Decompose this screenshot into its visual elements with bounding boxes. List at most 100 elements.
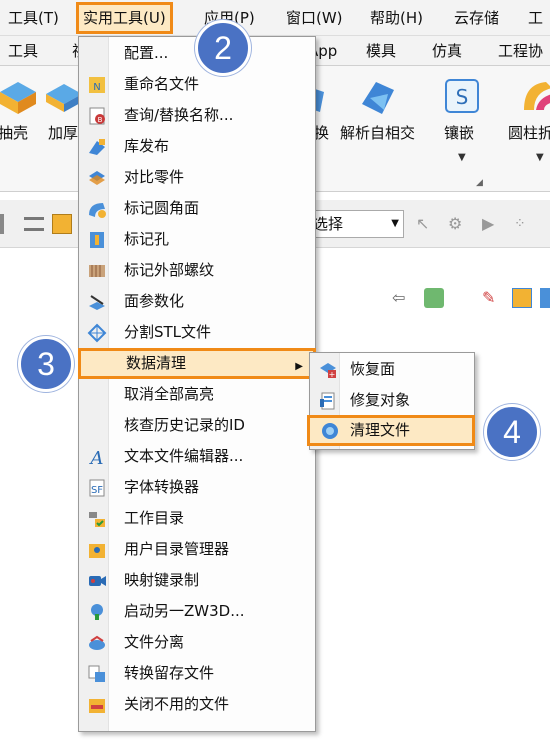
group-launcher-icon[interactable]: ◢ [476,178,483,188]
menu-help[interactable]: 帮助(H) [370,0,423,36]
menu-item-face-param[interactable]: 面参数化 [79,286,315,317]
menu-truncated[interactable]: 工 [528,0,543,36]
menu-item-label: 查询/替换名称... [124,106,234,124]
submenu-item-clean-file[interactable]: 清理文件 [307,415,475,446]
menu-item-label: 工作目录 [124,509,185,527]
emboss-button[interactable]: 镶嵌 [444,122,474,143]
tab-tools[interactable]: 工具 [8,36,38,66]
rename-file-icon: N [89,77,105,93]
submenu-item-restore-face[interactable]: + 恢复面 [310,354,474,385]
menu-item-label: 面参数化 [124,292,185,310]
menu-item-compare-parts[interactable]: 对比零件 [79,162,315,193]
replace-button[interactable]: 换 [314,122,329,143]
library-publish-icon [89,139,105,155]
emboss-icon[interactable]: S [440,74,484,118]
menu-item-label: 核查历史记录的ID [124,416,245,434]
shell-button[interactable]: 抽壳 [0,122,28,143]
menu-item-convert-file[interactable]: 转换留存文件 [79,658,315,689]
filter-settings-icon[interactable] [424,288,444,308]
menu-item-file-split[interactable]: 文件分离 [79,627,315,658]
menu-item-check-history-id[interactable]: 核查历史记录的ID [79,410,315,441]
menu-item-label: 转换留存文件 [124,664,215,682]
list-icon[interactable] [24,217,44,231]
menu-item-label: 取消全部高亮 [124,385,215,403]
menu-item-label: 用户目录管理器 [124,540,230,558]
tab-engineering[interactable]: 工程协 [498,36,543,66]
step-callout-4: 4 [484,404,540,460]
filter-dropdown[interactable]: 选择 ▼ [306,210,404,238]
menu-item-query-replace[interactable]: B 查询/替换名称... [79,100,315,131]
menu-item-data-cleanup[interactable]: 数据清理 ▶ [78,348,316,379]
box-icon[interactable] [512,288,532,308]
menu-item-label: 数据清理 [126,354,187,372]
face-param-icon [89,295,105,310]
font-converter-icon: SF [89,479,105,497]
resolve-self-intersect-button[interactable]: 解析自相交 [340,122,415,143]
self-intersect-icon[interactable] [356,74,400,118]
mark-fillet-icon [89,203,106,218]
menu-item-rename-file[interactable]: N 重命名文件 [79,69,315,100]
menu-tools[interactable]: 工具(T) [8,0,59,36]
menu-item-map-key[interactable]: 映射键录制 [79,565,315,596]
menu-item-split-stl[interactable]: 分割STL文件 [79,317,315,348]
menu-window[interactable]: 窗口(W) [286,0,343,36]
mark-hole-icon [90,232,104,248]
menu-utilities[interactable]: 实用工具(U) [76,2,173,34]
menu-item-label: 文件分离 [124,633,185,651]
tab-simulation[interactable]: 仿真 [432,36,462,66]
menu-item-label: 对比零件 [124,168,185,186]
restore-face-icon: + [320,363,336,379]
close-unused-icon [89,699,105,713]
menu-cloud-storage[interactable]: 云存储 [454,0,499,36]
gear-icon[interactable]: ⚙ [448,214,468,234]
menu-item-library-publish[interactable]: 库发布 [79,131,315,162]
menu-item-label: 标记外部螺纹 [124,261,215,279]
dots-icon[interactable]: ⁘ [514,214,534,234]
cylinder-fold-icon[interactable] [516,74,550,118]
menu-item-user-dir[interactable]: 用户目录管理器 [79,534,315,565]
pointer-icon[interactable]: ↖ [416,214,436,234]
menu-item-mark-hole[interactable]: 标记孔 [79,224,315,255]
menu-item-label: 关闭不用的文件 [124,695,230,713]
play-icon[interactable]: ▶ [482,214,502,234]
compare-parts-icon [89,171,105,185]
svg-text:SF: SF [91,485,103,496]
eraser-icon[interactable]: ✎ [482,288,502,308]
tab-mold[interactable]: 模具 [366,36,396,66]
menu-item-work-dir[interactable]: 工作目录 [79,503,315,534]
svg-text:+: + [329,370,336,379]
split-stl-icon [87,323,107,343]
cylinder-fold-dropdown-icon[interactable]: ▼ [536,152,544,163]
cylinder-fold-button[interactable]: 圆柱折 [508,122,550,143]
folder-icon[interactable] [52,214,72,234]
convert-file-icon [88,665,105,682]
menu-item-text-editor[interactable]: A 文本文件编辑器... [79,441,315,472]
menu-item-font-converter[interactable]: SF 字体转换器 [79,472,315,503]
user-dir-icon [89,544,105,558]
menu-item-mark-thread[interactable]: 标记外部螺纹 [79,255,315,286]
submenu-item-repair-object[interactable]: 修复对象 [310,385,474,416]
menu-item-label: 库发布 [124,137,170,155]
step-callout-2: 2 [195,20,251,76]
clean-file-icon [322,423,338,439]
exit-icon[interactable]: ⇦ [392,288,412,308]
menu-item-clear-highlight[interactable]: 取消全部高亮 [79,379,315,410]
menu-item-label: 清理文件 [350,421,411,439]
view-icon[interactable] [540,288,550,308]
menu-item-launch-zw3d[interactable]: 启动另一ZW3D... [79,596,315,627]
menu-item-close-unused[interactable]: 关闭不用的文件 [79,689,315,720]
shell-icon[interactable] [0,74,40,118]
menu-item-mark-fillet[interactable]: 标记圆角面 [79,193,315,224]
work-dir-icon [89,512,105,527]
thicken-button[interactable]: 加厚 [48,122,78,143]
emboss-dropdown-icon[interactable]: ▼ [458,152,466,163]
svg-text:A: A [89,448,104,467]
file-split-icon [89,635,105,650]
menu-item-label: 配置... [124,44,169,62]
menu-item-label: 重命名文件 [124,75,200,93]
menu-item-label: 修复对象 [350,391,411,409]
map-key-icon [89,576,106,586]
menu-item-label: 标记圆角面 [124,199,200,217]
submenu-arrow-icon: ▶ [295,361,303,372]
menu-item-label: 字体转换器 [124,478,200,496]
